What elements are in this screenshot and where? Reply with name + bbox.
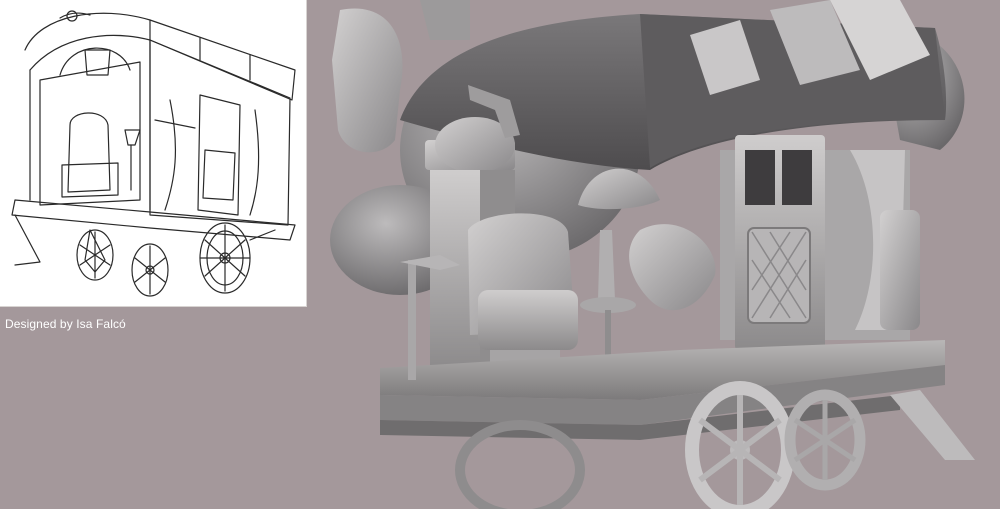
artwork-canvas: Designed by Isa Falcó [0, 0, 1000, 509]
armchair [468, 213, 578, 372]
pillow [629, 224, 716, 311]
caravan-sketch [11, 10, 296, 297]
designer-credit: Designed by Isa Falcó [5, 317, 126, 331]
wagon-body [720, 135, 920, 350]
sketch-panel [0, 0, 307, 307]
